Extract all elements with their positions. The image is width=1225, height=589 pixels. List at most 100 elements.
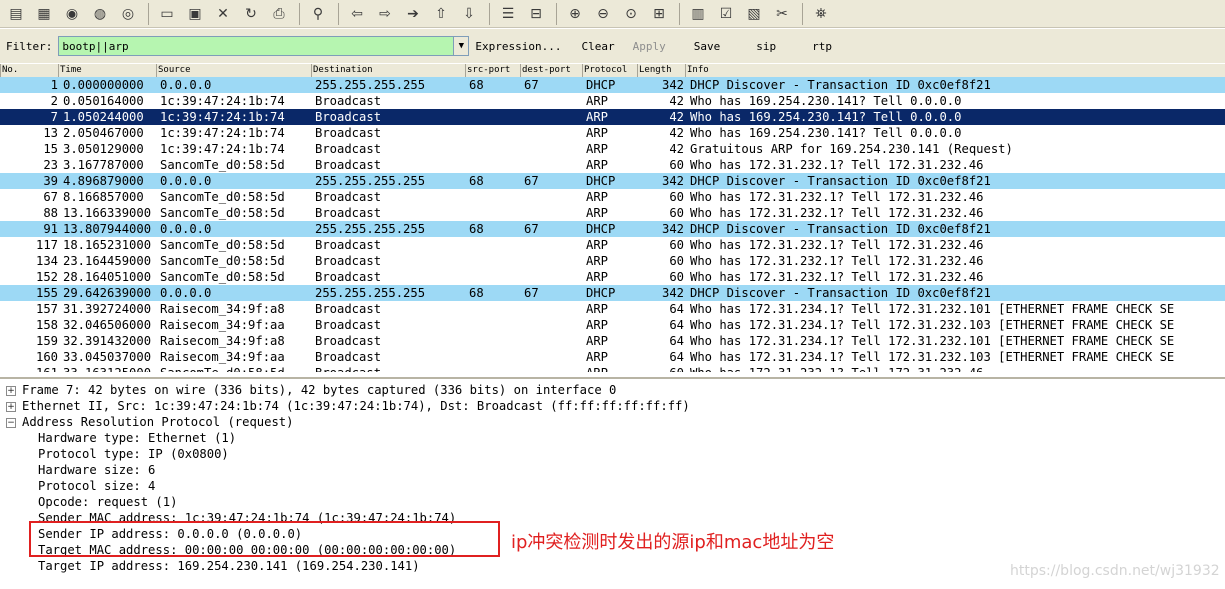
packet-time: 33.163125000 bbox=[63, 365, 151, 372]
column-header-source[interactable]: Source bbox=[156, 64, 311, 77]
filter-toolbar: Filter: bootp||arp ▼ Expression... Clear… bbox=[0, 29, 1225, 63]
coloring-rules-icon[interactable]: ▧ bbox=[742, 3, 766, 25]
packet-row[interactable]: 117 18.165231000 SancomTe_d0:58:5d Broadcas… bbox=[0, 237, 1225, 253]
detail-row[interactable]: Hardware size: 6 bbox=[0, 462, 1225, 478]
restart-capture-icon[interactable]: ◎ bbox=[116, 3, 140, 25]
packet-destination: Broadcast bbox=[315, 334, 382, 348]
detail-text: Address Resolution Protocol (request) bbox=[22, 415, 294, 429]
display-filters-icon[interactable]: ☑ bbox=[714, 3, 738, 25]
reload-icon[interactable]: ↻ bbox=[239, 3, 263, 25]
packet-row[interactable]: 155 29.642639000 0.0.0.0 255.255.255.255 68 6… bbox=[0, 285, 1225, 301]
detail-row[interactable]: + Ethernet II, Src: 1c:39:47:24:1b:74 (1c… bbox=[0, 398, 1225, 414]
go-back-icon[interactable]: ⇦ bbox=[345, 3, 369, 25]
detail-row[interactable]: + Frame 7: 42 bytes on wire (336 bits), 4… bbox=[0, 382, 1225, 398]
packet-row[interactable]: 134 23.164459000 SancomTe_d0:58:5d Broadcas… bbox=[0, 253, 1225, 269]
packet-length: 60 bbox=[669, 254, 684, 268]
auto-scroll-icon[interactable]: ⊟ bbox=[524, 3, 548, 25]
column-header-info[interactable]: Info bbox=[685, 64, 1225, 77]
print-icon[interactable]: ⎙ bbox=[267, 3, 291, 25]
packet-protocol: ARP bbox=[586, 365, 608, 372]
normal-size-icon[interactable]: ⊙ bbox=[619, 3, 643, 25]
packet-row[interactable]: 88 13.166339000 SancomTe_d0:58:5d Broadcast… bbox=[0, 205, 1225, 221]
stop-capture-icon[interactable]: ◍ bbox=[88, 3, 112, 25]
packet-time: 23.164459000 bbox=[63, 254, 152, 268]
column-header-src-port[interactable]: src-port bbox=[465, 64, 520, 77]
packet-row[interactable]: 15 3.050129000 1c:39:47:24:1b:74 Broadcast A… bbox=[0, 141, 1225, 157]
filter-input[interactable]: bootp||arp bbox=[58, 36, 455, 56]
packet-source: Raisecom_34:9f:aa bbox=[160, 318, 285, 332]
rtp-filter-button[interactable]: rtp bbox=[812, 40, 832, 53]
packet-destination: Broadcast bbox=[315, 270, 382, 284]
collapse-icon[interactable]: − bbox=[6, 418, 16, 428]
start-capture-icon[interactable]: ◉ bbox=[60, 3, 84, 25]
go-first-icon[interactable]: ⇧ bbox=[429, 3, 453, 25]
detail-row[interactable]: Protocol type: IP (0x0800) bbox=[0, 446, 1225, 462]
packet-row[interactable]: 91 13.807944000 0.0.0.0 255.255.255.255 68 67… bbox=[0, 221, 1225, 237]
preferences-icon[interactable]: ✂ bbox=[770, 3, 794, 25]
packet-no: 134 bbox=[35, 254, 58, 268]
packet-destination: Broadcast bbox=[315, 365, 381, 372]
packet-no: 161 bbox=[0, 365, 58, 372]
packet-time: 28.164051000 bbox=[63, 270, 152, 284]
help-icon[interactable]: ⛯ bbox=[809, 3, 833, 25]
packet-dest-port: 67 bbox=[524, 286, 539, 300]
clear-button[interactable]: Clear bbox=[581, 40, 614, 53]
go-to-packet-icon[interactable]: ➔ bbox=[401, 3, 425, 25]
packet-time: 13.166339000 bbox=[63, 206, 152, 220]
packet-row[interactable]: 161 33.163125000 SancomTe_d0:58:5d Broadcas… bbox=[0, 365, 1225, 372]
packet-row[interactable]: 67 8.166857000 SancomTe_d0:58:5d Broadcast A… bbox=[0, 189, 1225, 205]
sip-filter-button[interactable]: sip bbox=[756, 40, 776, 53]
packet-info: Who has 172.31.234.1? Tell 172.31.232.10… bbox=[690, 302, 1175, 316]
capture-options-icon[interactable]: ▦ bbox=[32, 3, 56, 25]
packet-details-pane: + Frame 7: 42 bytes on wire (336 bits), 4… bbox=[0, 377, 1225, 589]
detail-row[interactable]: Opcode: request (1) bbox=[0, 494, 1225, 510]
column-header-no[interactable]: No. bbox=[0, 64, 58, 77]
column-header-protocol[interactable]: Protocol bbox=[582, 64, 637, 77]
zoom-out-icon[interactable]: ⊖ bbox=[591, 3, 615, 25]
go-forward-icon[interactable]: ⇨ bbox=[373, 3, 397, 25]
packet-row[interactable]: 1 0.000000000 0.0.0.0 255.255.255.255 68 67 DH… bbox=[0, 77, 1225, 93]
find-packet-icon[interactable]: ⚲ bbox=[306, 3, 330, 25]
packet-src-port: 68 bbox=[469, 286, 484, 300]
packet-destination: Broadcast bbox=[315, 254, 382, 268]
packet-length: 60 bbox=[669, 270, 684, 284]
expand-icon[interactable]: + bbox=[6, 402, 16, 412]
packet-row[interactable]: 159 32.391432000 Raisecom_34:9f:a8 Broadcas… bbox=[0, 333, 1225, 349]
packet-source: 1c:39:47:24:1b:74 bbox=[160, 110, 285, 124]
packet-row[interactable]: 160 33.045037000 Raisecom_34:9f:aa Broadcas… bbox=[0, 349, 1225, 365]
detail-row[interactable]: Protocol size: 4 bbox=[0, 478, 1225, 494]
open-file-icon[interactable]: ▭ bbox=[155, 3, 179, 25]
detail-row[interactable]: − Address Resolution Protocol (request) bbox=[0, 414, 1225, 430]
zoom-in-icon[interactable]: ⊕ bbox=[563, 3, 587, 25]
packet-row[interactable]: 158 32.046506000 Raisecom_34:9f:aa Broadcas… bbox=[0, 317, 1225, 333]
column-header-length[interactable]: Length bbox=[637, 64, 685, 77]
resize-columns-icon[interactable]: ⊞ bbox=[647, 3, 671, 25]
go-last-icon[interactable]: ⇩ bbox=[457, 3, 481, 25]
interface-list-icon[interactable]: ▤ bbox=[4, 3, 28, 25]
expression-button[interactable]: Expression... bbox=[475, 40, 561, 53]
colorize-icon[interactable]: ☰ bbox=[496, 3, 520, 25]
capture-filters-icon[interactable]: ▥ bbox=[686, 3, 710, 25]
packet-row[interactable]: 23 3.167787000 SancomTe_d0:58:5d Broadcast A… bbox=[0, 157, 1225, 173]
apply-button[interactable]: Apply bbox=[633, 40, 666, 53]
packet-row[interactable]: 39 4.896879000 0.0.0.0 255.255.255.255 68 67 D… bbox=[0, 173, 1225, 189]
column-header-time[interactable]: Time bbox=[58, 64, 156, 77]
packet-row[interactable]: 157 31.392724000 Raisecom_34:9f:a8 Broadcas… bbox=[0, 301, 1225, 317]
packet-dest-port: 67 bbox=[524, 222, 539, 236]
column-header-destination[interactable]: Destination bbox=[311, 64, 465, 77]
detail-row[interactable]: Hardware type: Ethernet (1) bbox=[0, 430, 1225, 446]
packet-source: Raisecom_34:9f:aa bbox=[160, 350, 285, 364]
detail-text: Protocol type: IP (0x0800) bbox=[38, 447, 229, 461]
packet-row[interactable]: 2 0.050164000 1c:39:47:24:1b:74 Broadcast AR… bbox=[0, 93, 1225, 109]
column-header-dest-port[interactable]: dest-port bbox=[520, 64, 582, 77]
close-file-icon[interactable]: ✕ bbox=[211, 3, 235, 25]
packet-info: Who has 172.31.234.1? Tell 172.31.232.10… bbox=[690, 350, 1175, 364]
packet-row[interactable]: 13 2.050467000 1c:39:47:24:1b:74 Broadcast A… bbox=[0, 125, 1225, 141]
filter-dropdown-button[interactable]: ▼ bbox=[454, 36, 470, 56]
save-button[interactable]: Save bbox=[694, 40, 721, 53]
expand-icon[interactable]: + bbox=[6, 386, 16, 396]
toolbar-separator bbox=[556, 2, 557, 25]
packet-row[interactable]: 152 28.164051000 SancomTe_d0:58:5d Broadcas… bbox=[0, 269, 1225, 285]
save-file-icon[interactable]: ▣ bbox=[183, 3, 207, 25]
packet-row[interactable]: 7 1.050244000 1c:39:47:24:1b:74 Broadcast AR… bbox=[0, 109, 1225, 125]
